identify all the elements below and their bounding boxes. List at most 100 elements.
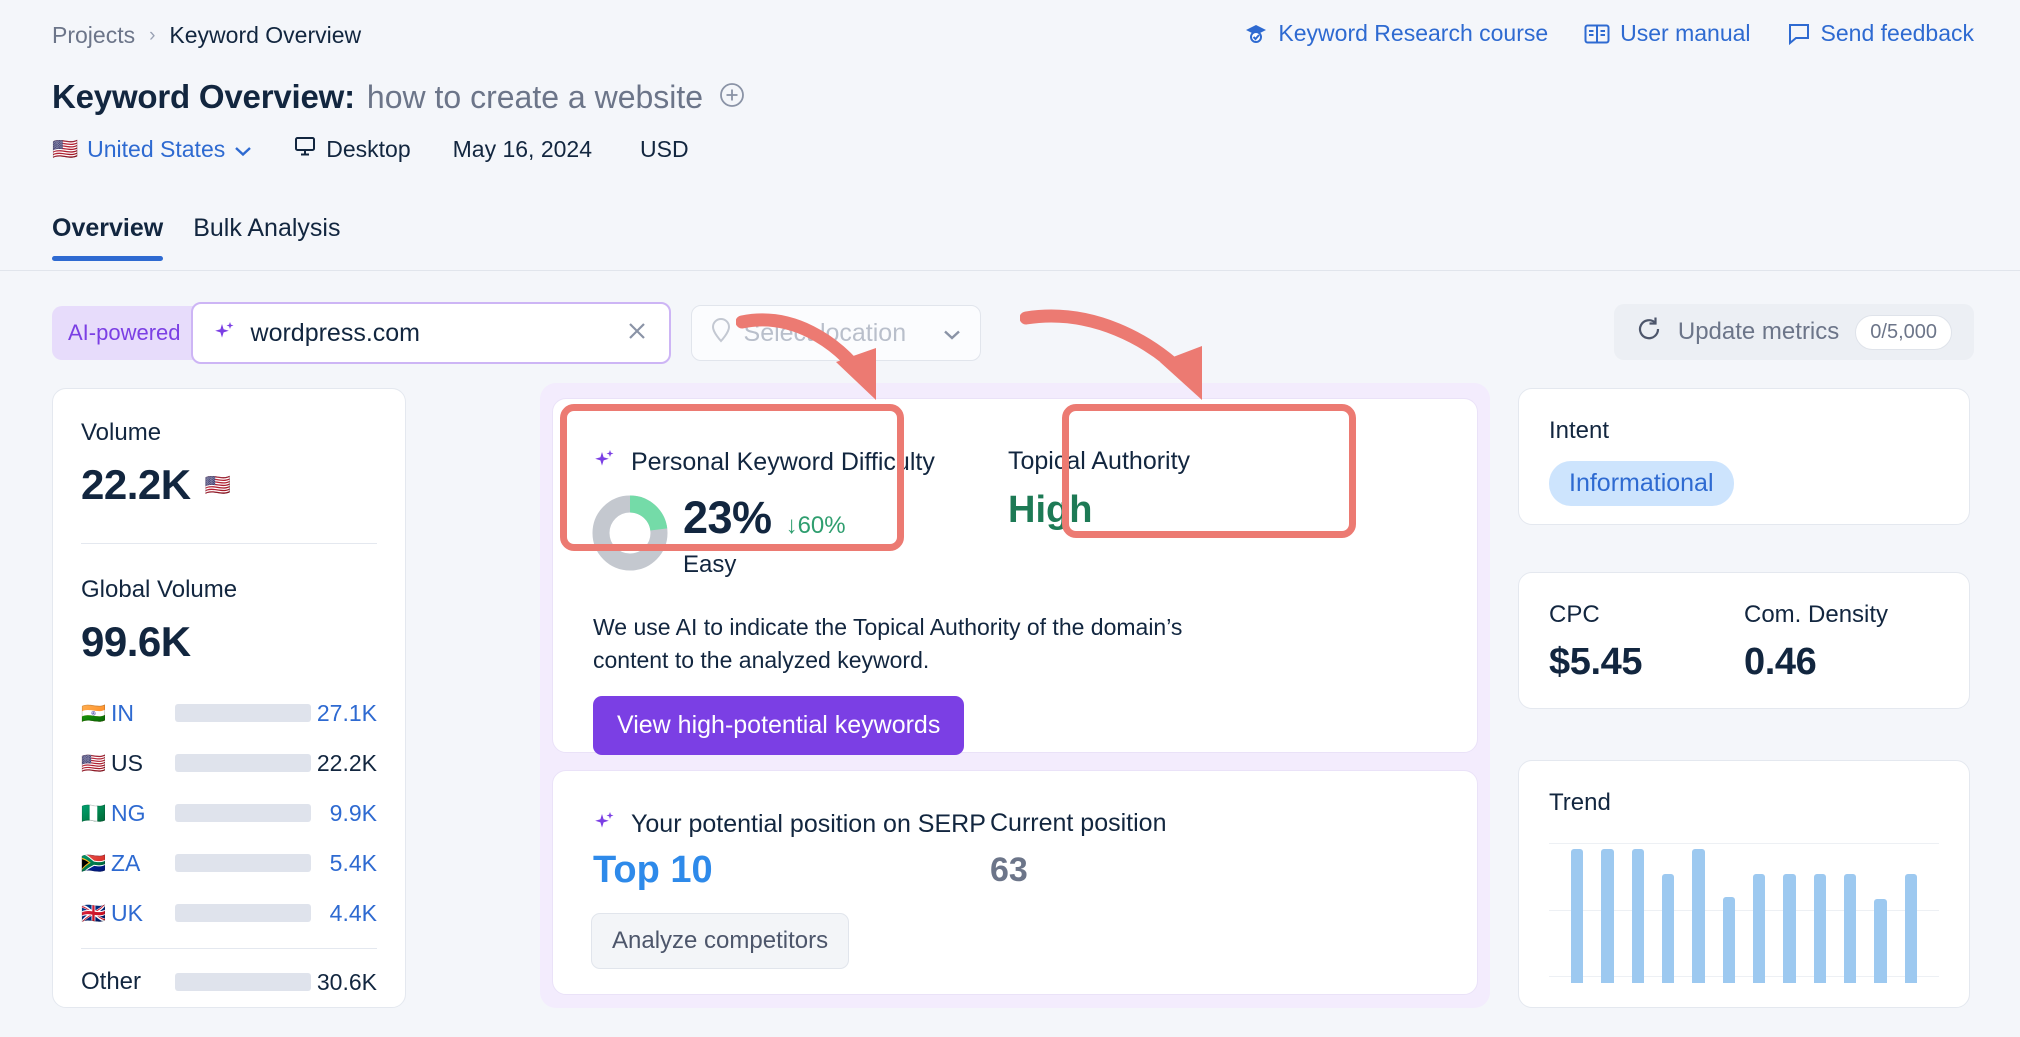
tab-overview[interactable]: Overview xyxy=(52,214,163,261)
table-row: Other 30.6K xyxy=(81,957,377,1007)
ai-description: We use AI to indicate the Topical Author… xyxy=(593,611,1213,678)
country-flag-icon: 🇳🇬 xyxy=(81,801,111,826)
volume-card: Volume 22.2K 🇺🇸 Global Volume 99.6K 🇮🇳IN… xyxy=(52,388,406,1008)
sparkle-icon xyxy=(593,447,617,478)
trend-bar xyxy=(1601,849,1613,983)
trend-bar xyxy=(1692,849,1704,983)
divider xyxy=(81,543,377,544)
trend-bar xyxy=(1905,874,1917,983)
progress-bar xyxy=(175,973,311,991)
update-metrics-count: 0/5,000 xyxy=(1855,315,1952,350)
pkd-label: Personal Keyword Difficulty xyxy=(631,448,935,477)
page-title-keyword: how to create a website xyxy=(367,79,703,116)
domain-search-input[interactable]: wordpress.com xyxy=(191,302,671,364)
country-code[interactable]: NG xyxy=(111,800,175,827)
cpc-label: CPC xyxy=(1549,601,1744,629)
progress-bar xyxy=(175,804,311,822)
tab-divider xyxy=(0,270,2020,271)
other-value: 30.6K xyxy=(317,969,377,996)
keyword-research-course-link[interactable]: Keyword Research course xyxy=(1244,20,1548,47)
other-label: Other xyxy=(81,968,175,996)
send-feedback-label: Send feedback xyxy=(1821,20,1974,47)
breadcrumb-projects[interactable]: Projects xyxy=(52,22,135,49)
trend-bar xyxy=(1814,874,1826,983)
country-volume-list: 🇮🇳IN 27.1K 🇺🇸US22.2K 🇳🇬NG 9.9K 🇿🇦ZA 5.4K 🇬🇧UK 4.… xyxy=(81,688,377,938)
country-flag-icon: 🇮🇳 xyxy=(81,701,111,726)
tab-bulk-analysis[interactable]: Bulk Analysis xyxy=(193,214,340,261)
update-metrics-label: Update metrics xyxy=(1678,318,1839,346)
cpc-density-card: CPC $5.45 Com. Density 0.46 xyxy=(1518,572,1970,709)
intent-label: Intent xyxy=(1549,417,1939,445)
currency-label: USD xyxy=(640,136,689,163)
close-icon[interactable] xyxy=(625,319,649,347)
trend-bar xyxy=(1632,849,1644,983)
country-volume-value: 22.2K xyxy=(317,750,377,777)
analyze-competitors-button[interactable]: Analyze competitors xyxy=(591,913,849,969)
cpc-value: $5.45 xyxy=(1549,641,1744,684)
speech-bubble-icon xyxy=(1787,22,1811,46)
table-row: 🇳🇬NG 9.9K xyxy=(81,788,377,838)
com-density-value: 0.46 xyxy=(1744,641,1888,684)
com-density-label: Com. Density xyxy=(1744,601,1888,629)
chevron-down-icon xyxy=(942,319,962,348)
search-controls: AI-powered wordpress.com Select l xyxy=(52,302,981,364)
tab-bar: Overview Bulk Analysis xyxy=(52,214,340,261)
trend-bar xyxy=(1844,874,1856,983)
plus-circle-icon[interactable] xyxy=(719,82,745,113)
location-select[interactable]: Select location xyxy=(691,305,981,361)
device-indicator: Desktop xyxy=(294,135,410,163)
ai-powered-badge: AI-powered xyxy=(52,306,199,360)
divider xyxy=(81,948,377,949)
country-volume-value: 9.9K xyxy=(330,800,377,827)
sparkle-icon xyxy=(213,319,237,348)
current-position-label: Current position xyxy=(990,809,1166,838)
breadcrumb: Projects › Keyword Overview xyxy=(52,22,361,49)
table-row: 🇮🇳IN 27.1K xyxy=(81,688,377,738)
pkd-difficulty-label: Easy xyxy=(683,551,736,579)
user-manual-link[interactable]: User manual xyxy=(1584,20,1750,47)
chevron-down-icon xyxy=(234,136,252,163)
country-code[interactable]: IN xyxy=(111,700,175,727)
serp-position-card: Your potential position on SERP Top 10 C… xyxy=(552,770,1478,995)
volume-value: 22.2K xyxy=(81,461,191,509)
trend-bar xyxy=(1571,849,1583,983)
country-volume-value: 27.1K xyxy=(317,700,377,727)
device-label: Desktop xyxy=(326,136,410,163)
country-selector[interactable]: 🇺🇸 United States xyxy=(52,136,252,163)
serp-title-row: Your potential position on SERP xyxy=(593,809,986,840)
send-feedback-link[interactable]: Send feedback xyxy=(1787,20,1974,47)
sparkle-icon xyxy=(593,809,617,840)
table-row: 🇿🇦ZA 5.4K xyxy=(81,838,377,888)
potential-position-value: Top 10 xyxy=(593,849,713,892)
country-flag-icon: 🇬🇧 xyxy=(81,901,111,926)
view-high-potential-keywords-button[interactable]: View high-potential keywords xyxy=(593,696,964,755)
country-code[interactable]: ZA xyxy=(111,850,175,877)
update-metrics-button[interactable]: Update metrics 0/5,000 xyxy=(1614,304,1974,360)
trend-bar xyxy=(1783,874,1795,983)
table-row: 🇬🇧UK 4.4K xyxy=(81,888,377,938)
country-volume-value: 4.4K xyxy=(330,900,377,927)
report-date: May 16, 2024 xyxy=(453,136,592,163)
country-volume-value: 5.4K xyxy=(330,850,377,877)
status-badge: Informational xyxy=(1549,461,1734,506)
intent-card: Intent Informational xyxy=(1518,388,1970,525)
pkd-value: 23% xyxy=(683,492,772,544)
breadcrumb-separator-icon: › xyxy=(149,25,155,47)
map-pin-icon xyxy=(710,317,732,350)
trend-label: Trend xyxy=(1549,789,1939,817)
topical-authority-label: Topical Authority xyxy=(1008,447,1190,476)
user-manual-label: User manual xyxy=(1620,20,1750,47)
country-flag-icon: 🇿🇦 xyxy=(81,851,111,876)
table-row: 🇺🇸US22.2K xyxy=(81,738,377,788)
pkd-delta: ↓60% xyxy=(786,512,846,540)
page-title: Keyword Overview: how to create a websit… xyxy=(52,78,745,116)
country-code[interactable]: UK xyxy=(111,900,175,927)
trend-card: Trend xyxy=(1518,760,1970,1008)
location-placeholder: Select location xyxy=(744,319,907,348)
progress-bar xyxy=(175,754,311,772)
domain-search-value: wordpress.com xyxy=(251,319,625,348)
top-nav-links: Keyword Research course User manual Send… xyxy=(1244,20,1974,47)
trend-bar xyxy=(1662,874,1674,983)
trend-bar xyxy=(1753,874,1765,983)
graduation-cap-icon xyxy=(1244,22,1268,46)
